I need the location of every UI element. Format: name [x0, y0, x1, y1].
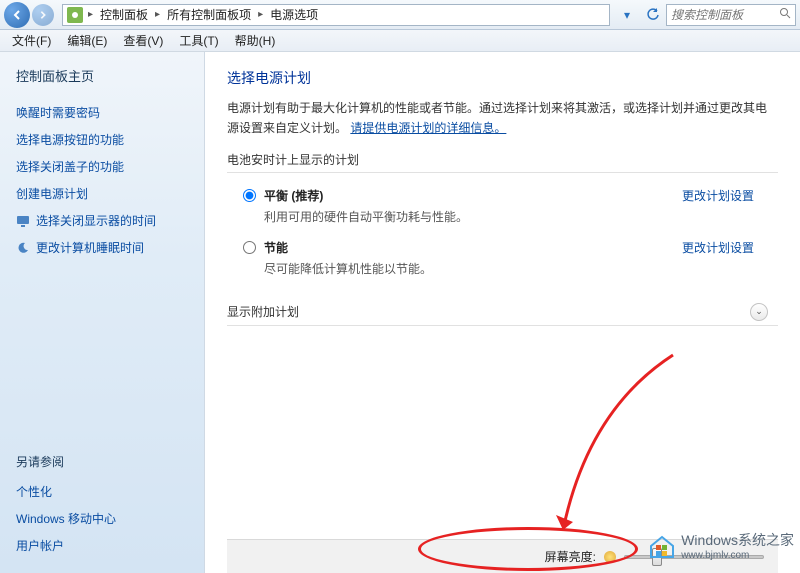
see-also-mobility-center[interactable]: Windows 移动中心 — [16, 510, 188, 527]
chevron-right-icon: ▸ — [152, 9, 163, 20]
brightness-label: 屏幕亮度: — [545, 548, 596, 565]
see-also-personalization[interactable]: 个性化 — [16, 483, 188, 500]
sidebar-link-wake-password[interactable]: 唤醒时需要密码 — [16, 104, 188, 121]
menu-view[interactable]: 查看(V) — [115, 30, 171, 51]
change-plan-settings-link[interactable]: 更改计划设置 — [682, 239, 754, 256]
search-box[interactable] — [666, 4, 796, 26]
plan-name: 节能 — [264, 239, 674, 256]
slider-thumb[interactable] — [652, 548, 662, 566]
address-bar: ▸ 控制面板 ▸ 所有控制面板项 ▸ 电源选项 ▾ — [0, 0, 800, 30]
forward-button[interactable] — [32, 4, 54, 26]
plans-section-label: 电池安时计上显示的计划 — [227, 151, 778, 173]
change-plan-settings-link[interactable]: 更改计划设置 — [682, 187, 754, 204]
page-title: 选择电源计划 — [227, 68, 778, 88]
show-additional-plans-row[interactable]: 显示附加计划 ⌄ — [227, 303, 778, 326]
chevron-right-icon: ▸ — [85, 9, 96, 20]
search-input[interactable] — [667, 8, 775, 22]
sidebar-link-sleep-time[interactable]: 更改计算机睡眠时间 — [16, 239, 188, 256]
brightness-bar: 屏幕亮度: — [227, 539, 778, 573]
brightness-dim-icon — [604, 551, 616, 563]
plan-row-balanced: 平衡 (推荐) 利用可用的硬件自动平衡功耗与性能。 更改计划设置 — [227, 177, 778, 229]
see-also-label: 另请参阅 — [16, 453, 188, 470]
menu-tools[interactable]: 工具(T) — [171, 30, 226, 51]
nav-buttons — [0, 2, 58, 28]
see-also-user-accounts[interactable]: 用户帐户 — [16, 537, 188, 554]
menu-file[interactable]: 文件(F) — [4, 30, 59, 51]
sidebar: 控制面板主页 唤醒时需要密码 选择电源按钮的功能 选择关闭盖子的功能 创建电源计… — [0, 52, 205, 573]
plan-description: 利用可用的硬件自动平衡功耗与性能。 — [264, 208, 674, 225]
plan-radio-balanced[interactable] — [243, 189, 256, 202]
moon-icon — [16, 241, 30, 255]
refresh-button[interactable] — [642, 4, 664, 26]
menu-help[interactable]: 帮助(H) — [227, 30, 284, 51]
page-description: 电源计划有助于最大化计算机的性能或者节能。通过选择计划来将其激活，或选择计划并通… — [227, 98, 778, 139]
back-button[interactable] — [4, 2, 30, 28]
sidebar-home[interactable]: 控制面板主页 — [16, 66, 188, 85]
menu-bar: 文件(F) 编辑(E) 查看(V) 工具(T) 帮助(H) — [0, 30, 800, 52]
content-pane: 选择电源计划 电源计划有助于最大化计算机的性能或者节能。通过选择计划来将其激活，… — [205, 52, 800, 573]
chevron-down-icon[interactable]: ⌄ — [750, 303, 768, 321]
breadcrumb-item[interactable]: 控制面板 — [96, 6, 152, 23]
plan-row-power-saver: 节能 尽可能降低计算机性能以节能。 更改计划设置 — [227, 229, 778, 281]
sidebar-link-display-off[interactable]: 选择关闭显示器的时间 — [16, 212, 188, 229]
breadcrumb-item[interactable]: 所有控制面板项 — [163, 6, 255, 23]
expander-label: 显示附加计划 — [227, 303, 299, 320]
chevron-right-icon: ▸ — [255, 9, 266, 20]
main-area: 控制面板主页 唤醒时需要密码 选择电源按钮的功能 选择关闭盖子的功能 创建电源计… — [0, 52, 800, 573]
plan-details-link[interactable]: 请提供电源计划的详细信息。 — [350, 121, 506, 135]
plan-name: 平衡 (推荐) — [264, 187, 674, 204]
monitor-icon — [16, 214, 30, 228]
plan-radio-power-saver[interactable] — [243, 241, 256, 254]
breadcrumb[interactable]: ▸ 控制面板 ▸ 所有控制面板项 ▸ 电源选项 — [62, 4, 610, 26]
sidebar-link-power-button[interactable]: 选择电源按钮的功能 — [16, 131, 188, 148]
sidebar-link-create-plan[interactable]: 创建电源计划 — [16, 185, 188, 202]
search-icon — [775, 7, 795, 22]
brightness-slider[interactable] — [624, 548, 764, 566]
sidebar-link-lid-close[interactable]: 选择关闭盖子的功能 — [16, 158, 188, 175]
dropdown-button[interactable]: ▾ — [616, 4, 638, 26]
plan-info: 节能 尽可能降低计算机性能以节能。 — [264, 239, 674, 277]
plan-description: 尽可能降低计算机性能以节能。 — [264, 260, 674, 277]
control-panel-icon — [67, 7, 83, 23]
menu-edit[interactable]: 编辑(E) — [59, 30, 115, 51]
breadcrumb-item[interactable]: 电源选项 — [266, 6, 322, 23]
plan-info: 平衡 (推荐) 利用可用的硬件自动平衡功耗与性能。 — [264, 187, 674, 225]
